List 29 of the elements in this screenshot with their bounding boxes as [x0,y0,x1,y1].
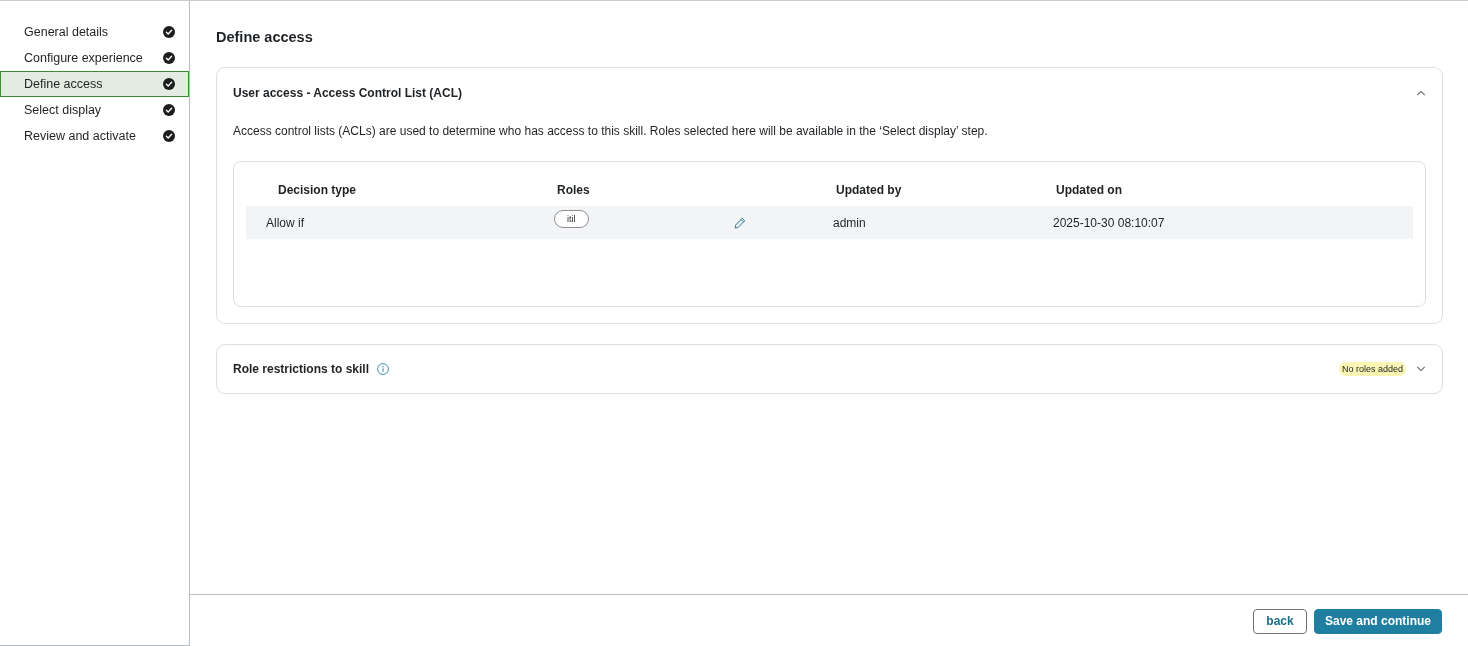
role-tag: itil [554,210,589,228]
sidebar-item[interactable]: Define access [0,71,189,97]
section-title[interactable]: User access - Access Control List (ACL) [233,85,462,100]
sidebar-item[interactable]: General details [0,19,189,45]
section-title[interactable]: Role restrictions to skill [233,362,370,376]
sidebar-item[interactable]: Select display [0,97,189,123]
sidebar-item[interactable]: Configure experience [0,45,189,71]
step-label: Select display [24,103,102,117]
section-description: Access control lists (ACLs) are used to determine who has access to this skill. Roles selected here will be available in the ‘Select display’ step. [233,123,989,139]
updated-by-text: admin [833,215,867,230]
status-badge: No roles added [1338,362,1406,376]
step-label: Review and activate [24,129,136,143]
column-header: Updated on [1055,183,1123,197]
info-icon[interactable] [377,363,390,375]
step-label: Define access [24,77,103,91]
updated-on-text: 2025-10-30 08:10:07 [1053,215,1166,230]
page-title: Define access [216,28,314,47]
decision-type-text: Allow if [266,215,305,230]
chevron-up-icon[interactable] [1416,89,1426,96]
column-header: Roles [556,183,591,197]
chevron-down-icon[interactable] [1416,366,1426,372]
back-button[interactable]: back [1253,608,1307,634]
step-label: General details [24,25,109,39]
column-header: Updated by [835,183,903,197]
column-header: Decision type [277,183,358,197]
sidebar-item[interactable]: Review and activate [0,123,189,149]
save-and-continue-button[interactable]: Save and continue [1314,608,1442,634]
step-label: Configure experience [24,51,143,65]
pencil-icon[interactable] [734,216,746,229]
